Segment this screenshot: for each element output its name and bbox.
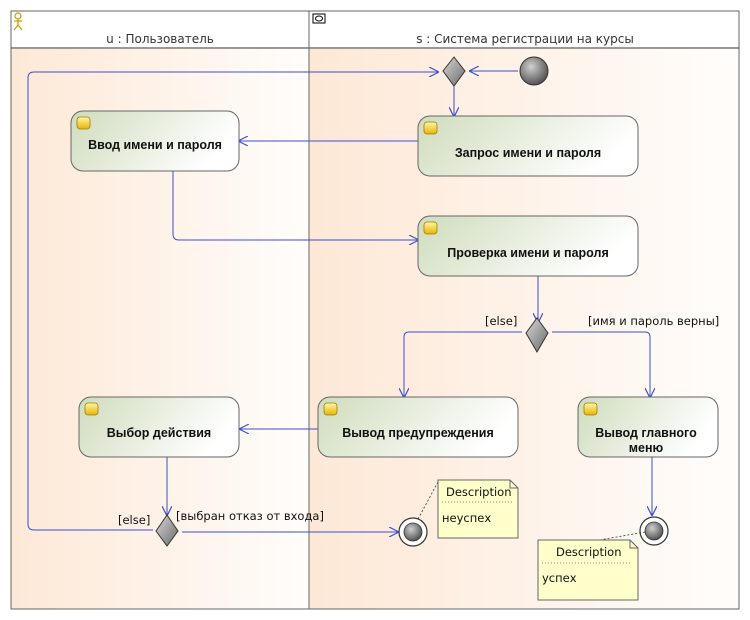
activity-request-credentials: Запрос имени и пароля <box>417 115 639 177</box>
activity-icon <box>423 221 438 235</box>
final-node-failure <box>398 517 428 547</box>
note-title: Description <box>446 485 512 499</box>
activity-show-main-menu: Вывод главного меню <box>577 396 719 458</box>
guard-check-valid: [имя и пароль верны] <box>588 314 719 328</box>
guard-choice-refused: [выбран отказ от входа] <box>176 509 324 523</box>
note-text: неуспех <box>442 511 491 525</box>
activity-label: Выбор действия <box>107 426 211 440</box>
initial-node <box>519 56 549 86</box>
activity-label-line1: Вывод главного <box>595 426 697 440</box>
guard-choice-else: [else] <box>118 513 150 527</box>
activity-icon <box>84 402 99 416</box>
activity-label: Вывод предупреждения <box>342 426 494 440</box>
activity-label: Запрос имени и пароля <box>455 146 601 160</box>
actor-icon <box>13 12 23 31</box>
note-title: Description <box>556 545 622 559</box>
lane-title-system: s : Система регистрации на курсы <box>416 32 634 46</box>
activity-label: Ввод имени и пароля <box>88 138 222 152</box>
activity-icon <box>323 402 338 416</box>
activity-label-line2: меню <box>629 441 664 455</box>
activity-choose-action: Выбор действия <box>78 396 240 458</box>
activity-label: Проверка имени и пароля <box>447 246 609 260</box>
activity-icon <box>583 402 598 416</box>
final-node-success <box>639 516 669 546</box>
activity-icon <box>76 116 91 130</box>
note-text: успех <box>542 571 577 585</box>
activity-check-credentials: Проверка имени и пароля <box>417 215 639 277</box>
system-object-icon <box>312 13 326 24</box>
activity-diagram: u : Пользователь s : Система регистрации… <box>10 10 740 610</box>
lane-title-user: u : Пользователь <box>106 32 214 46</box>
activity-icon <box>423 121 438 135</box>
guard-check-else: [else] <box>485 314 517 328</box>
activity-enter-credentials: Ввод имени и пароля <box>70 110 240 172</box>
activity-show-warning: Вывод предупреждения <box>317 396 519 458</box>
note-success: Description успех <box>537 531 646 601</box>
